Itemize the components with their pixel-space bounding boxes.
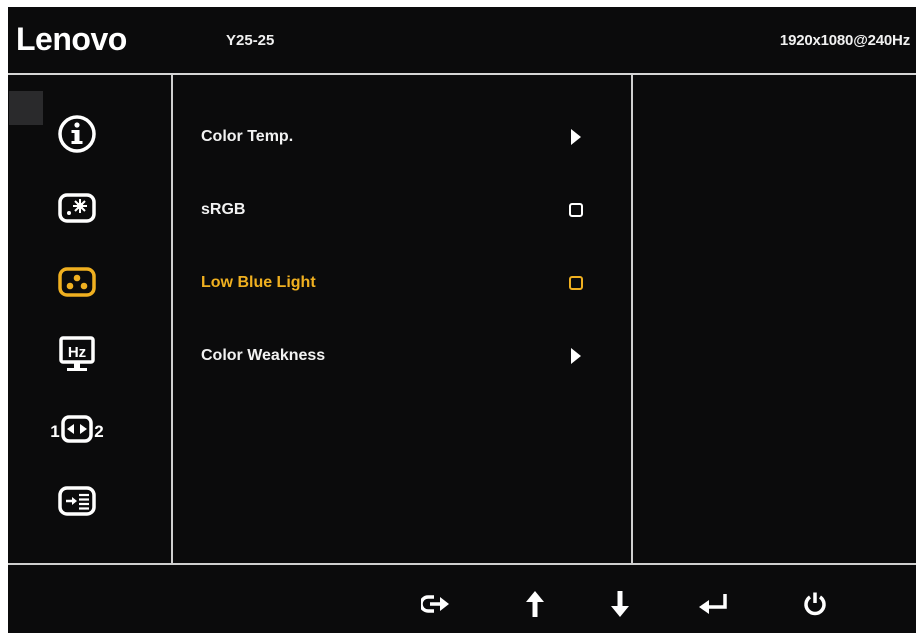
down-arrow-icon[interactable] [602, 589, 638, 619]
submenu-arrow-icon [568, 129, 584, 145]
low-blue-light-checkbox[interactable] [568, 275, 584, 291]
osd-body: Hz 1 2 Color Temp. sRGB Low Blue Light C… [8, 75, 916, 563]
up-arrow-icon[interactable] [517, 589, 553, 619]
menu-item-label: Low Blue Light [201, 274, 316, 291]
osd-header: Lenovo Y25-25 1920x1080@240Hz [8, 7, 916, 75]
exit-icon[interactable] [418, 589, 454, 619]
menu-item-color-weakness[interactable]: Color Weakness [201, 341, 621, 371]
menu-item-srgb[interactable]: sRGB [201, 195, 621, 225]
input-left-label: 1 [50, 422, 59, 441]
monitor-osd: Lenovo Y25-25 1920x1080@240Hz Hz 1 2 Col… [8, 7, 916, 633]
color-settings-icon[interactable] [54, 260, 100, 304]
sidebar-corner-marker [9, 91, 43, 125]
enter-icon[interactable] [695, 589, 731, 619]
color-menu: Color Temp. sRGB Low Blue Light Color We… [173, 75, 633, 563]
detail-panel [633, 75, 916, 563]
menu-item-color-temp[interactable]: Color Temp. [201, 122, 621, 152]
menu-item-label: sRGB [201, 201, 246, 218]
refresh-rate-icon[interactable]: Hz [54, 333, 100, 377]
menu-item-low-blue-light[interactable]: Low Blue Light [201, 268, 621, 298]
menu-item-label: Color Weakness [201, 347, 326, 364]
srgb-checkbox[interactable] [568, 202, 584, 218]
menu-settings-icon[interactable] [54, 479, 100, 523]
brightness-icon[interactable] [54, 186, 100, 230]
refresh-rate-label: Hz [68, 344, 86, 361]
brand-logo: Lenovo [16, 21, 127, 57]
input-right-label: 2 [94, 422, 103, 441]
input-signal-icon[interactable]: 1 2 [50, 407, 104, 451]
power-icon[interactable] [797, 589, 833, 619]
osd-footer [8, 563, 916, 635]
resolution-readout: 1920x1080@240Hz [779, 32, 910, 49]
sidebar: Hz 1 2 [8, 75, 173, 563]
model-name: Y25-25 [226, 32, 275, 49]
information-icon[interactable] [54, 112, 100, 156]
submenu-arrow-icon [568, 348, 584, 364]
menu-item-label: Color Temp. [201, 128, 294, 145]
